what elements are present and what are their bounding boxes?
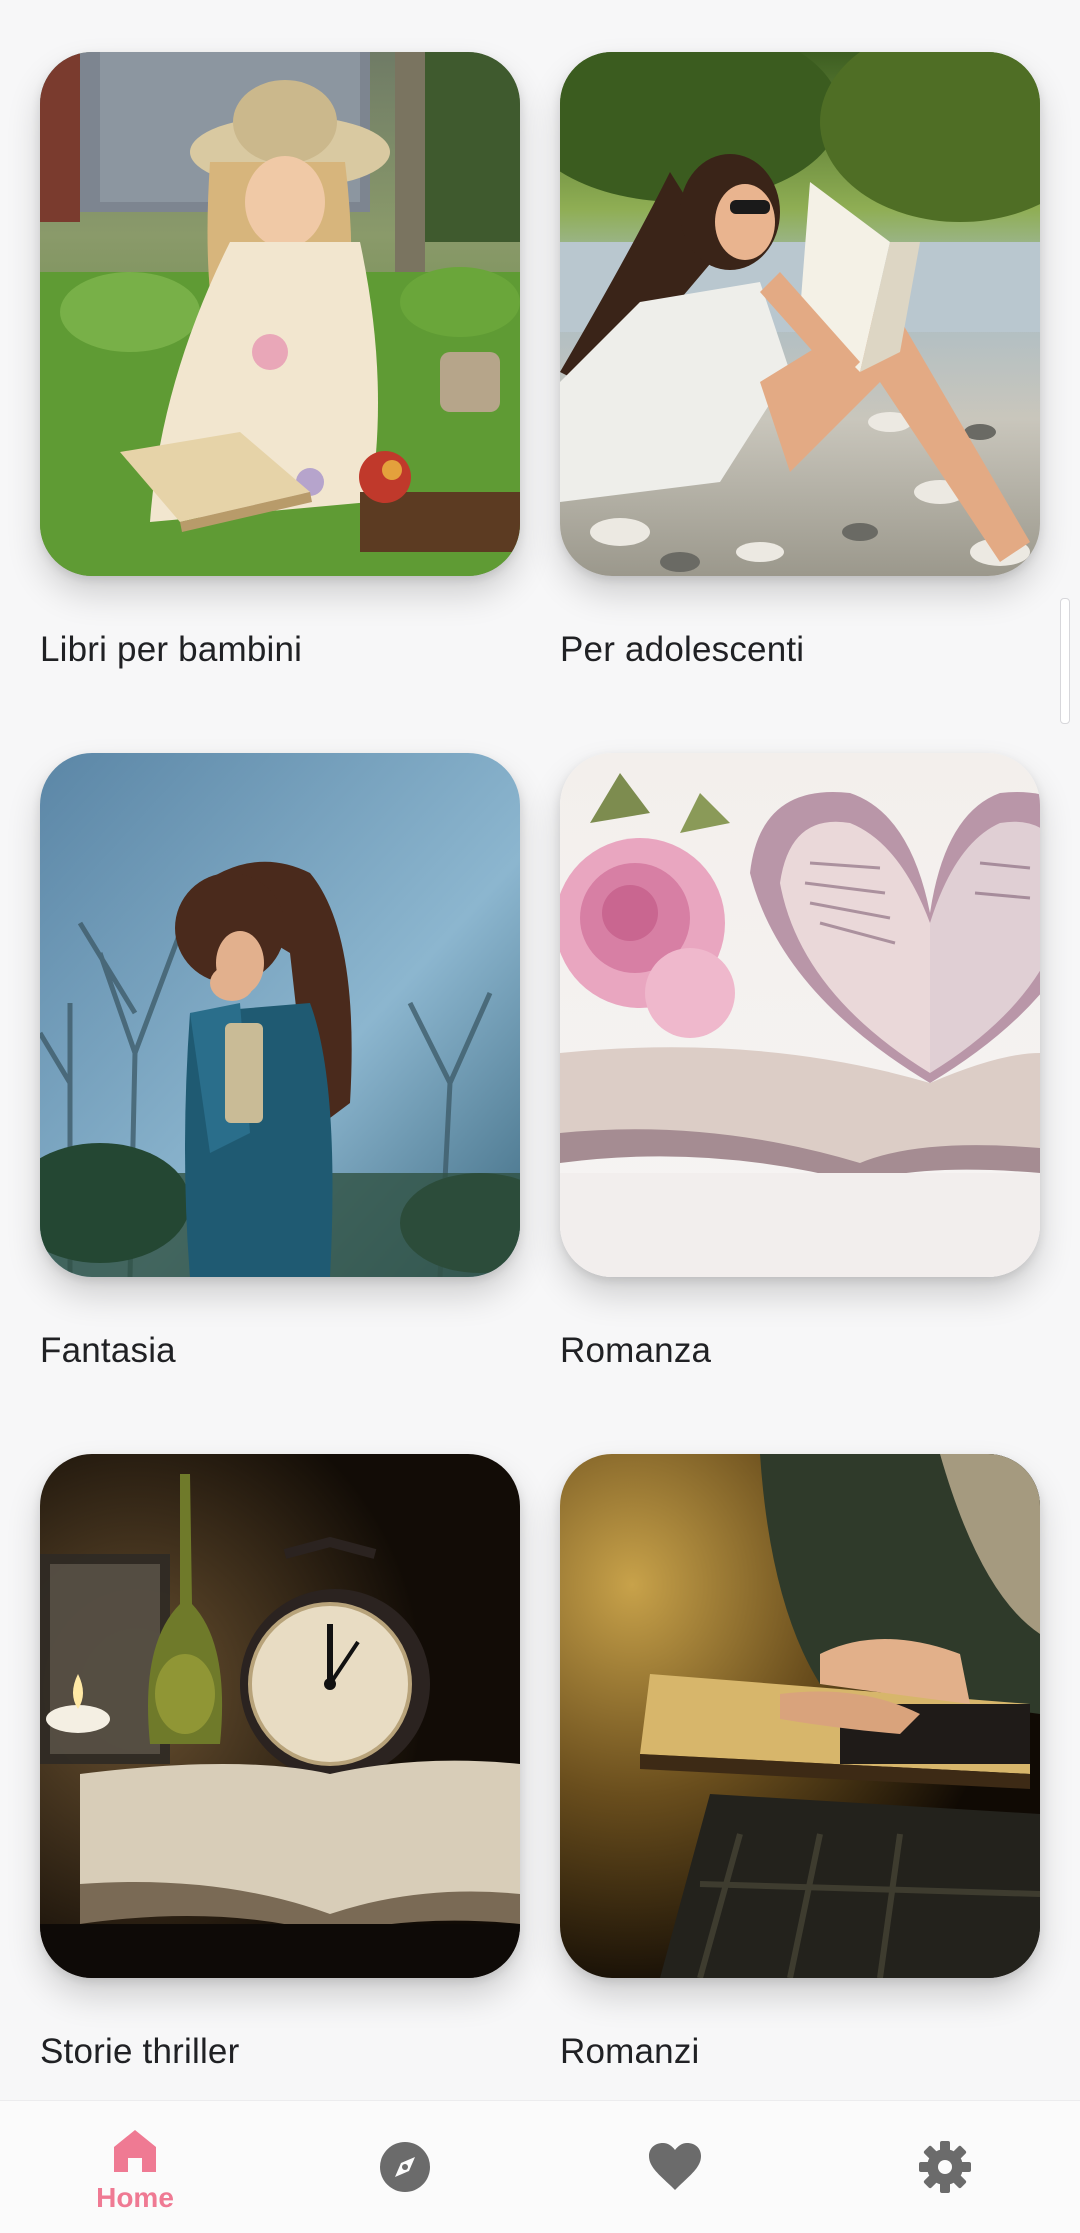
category-grid: Libri per bambini Per adolescenti Fantas… <box>0 0 1080 2100</box>
gear-icon <box>919 2141 971 2193</box>
nav-item-settings[interactable] <box>810 2101 1080 2233</box>
category-image-girl-in-mist <box>40 753 520 1277</box>
category-image-hands-on-book <box>560 1454 1040 1978</box>
category-label: Fantasia <box>40 1331 176 1370</box>
scrollbar[interactable] <box>1060 598 1070 724</box>
category-card-romanza[interactable]: Romanza <box>560 753 1040 1370</box>
category-card-libri-per-bambini[interactable]: Libri per bambini <box>40 52 520 669</box>
category-card-per-adolescenti[interactable]: Per adolescenti <box>560 52 1040 669</box>
category-label: Libri per bambini <box>40 630 303 669</box>
category-image-clock-candle-book <box>40 1454 520 1978</box>
category-image-girl-reading <box>40 52 520 576</box>
heart-icon <box>649 2143 701 2190</box>
home-icon <box>114 2130 156 2172</box>
compass-icon <box>380 2142 430 2192</box>
nav-item-favorites[interactable] <box>540 2101 810 2233</box>
nav-label-home: Home <box>96 2182 174 2213</box>
nav-item-explore[interactable] <box>270 2101 540 2233</box>
bottom-navigation: Home <box>0 2100 1080 2233</box>
category-card-romanzi[interactable]: Romanzi <box>560 1454 1040 2071</box>
category-card-storie-thriller[interactable]: Storie thriller <box>40 1454 520 2071</box>
category-label: Romanza <box>560 1331 712 1370</box>
category-label: Per adolescenti <box>560 630 805 669</box>
category-image-heart-book-rose <box>560 753 1040 1277</box>
category-label: Romanzi <box>560 2032 700 2071</box>
category-card-fantasia[interactable]: Fantasia <box>40 753 520 1370</box>
category-image-woman-by-river <box>560 52 1040 576</box>
category-label: Storie thriller <box>40 2032 240 2071</box>
nav-item-home[interactable]: Home <box>0 2101 270 2233</box>
